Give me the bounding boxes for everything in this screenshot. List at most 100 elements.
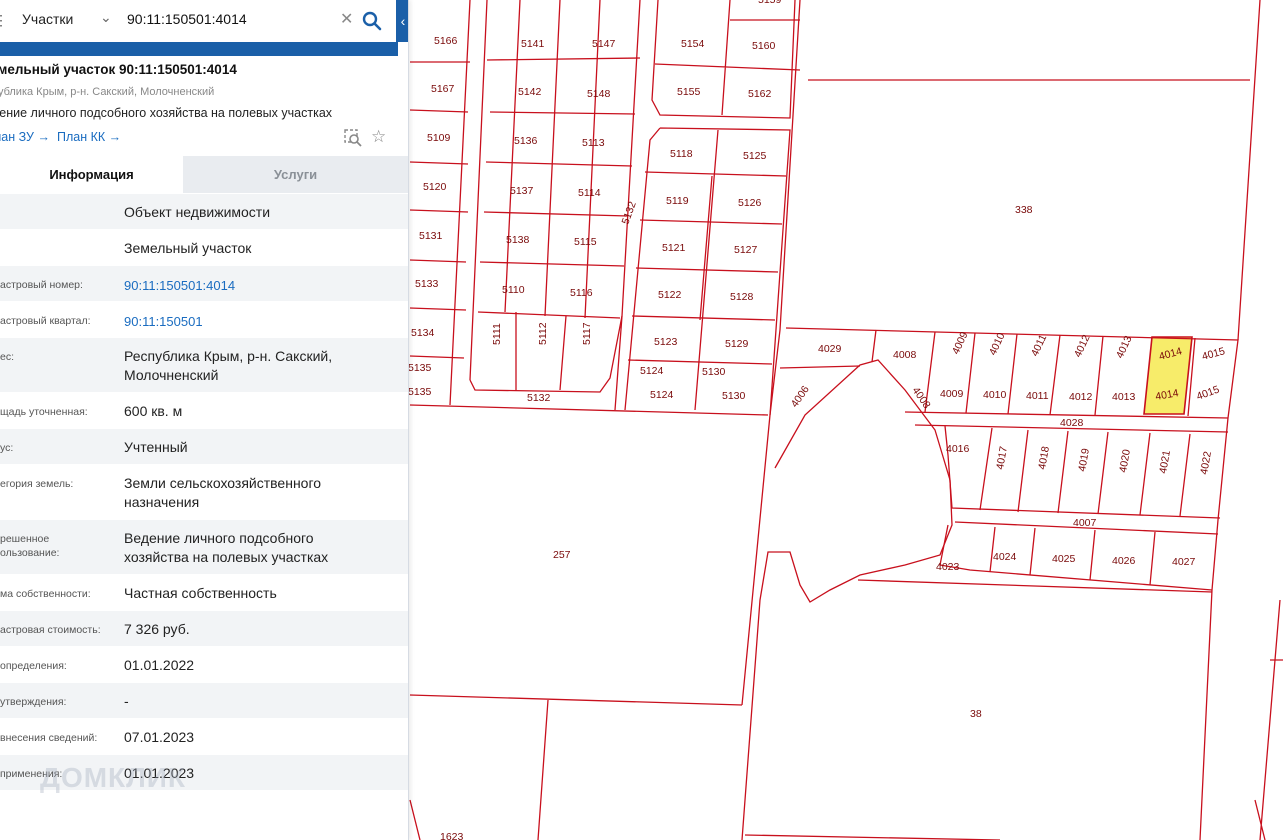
parcel-label: 4024 [993, 551, 1017, 563]
menu-icon[interactable]: ⋮ [0, 12, 8, 29]
parcel-label: 4018 [1036, 445, 1052, 470]
object-use: дение личного подсобного хозяйства на по… [0, 106, 333, 120]
parcel-label: 5124 [640, 365, 664, 377]
parcel-label: 4013 [1114, 334, 1135, 360]
parcel-label: 4026 [1112, 555, 1136, 567]
tab-services[interactable]: Услуги [183, 156, 408, 193]
info-row-key: ес: [0, 351, 15, 363]
info-row-value: 07.01.2023 [124, 729, 195, 745]
info-row: егория земель: Земли сельскохозяйственног… [0, 465, 408, 520]
parcel-label: 257 [553, 549, 571, 561]
parcel-label: 4007 [1073, 517, 1097, 529]
parcel-label: 4027 [1172, 556, 1196, 568]
parcel-label: 5116 [570, 287, 593, 299]
parcel-label: 5155 [677, 86, 701, 98]
parcel-label: 4017 [994, 445, 1010, 470]
parcel-label: 5113 [582, 137, 605, 149]
parcel-label: 5115 [574, 236, 597, 248]
parcel-label: 5119 [666, 195, 689, 207]
parcel-label: 5137 [510, 185, 534, 197]
parcel-label: 5114 [578, 187, 601, 199]
parcel-label: 4009 [940, 388, 964, 400]
parcel-label: 4023 [936, 561, 960, 573]
parcel-label: 5162 [748, 88, 772, 100]
info-row: астровый квартал: 90:11:150501 [0, 302, 408, 338]
info-table: Объект недвижимости Земельный участок астр… [0, 194, 408, 791]
parcel-label: 5131 [419, 230, 443, 242]
info-row-key: определения: [0, 660, 67, 672]
info-row-value: 600 кв. м [124, 403, 183, 419]
plan-zu-link[interactable]: лан ЗУ → [0, 130, 50, 144]
parcel-label: 5167 [431, 83, 455, 95]
parcel-label: 4015 [1195, 383, 1221, 402]
info-row-key: астровая стоимость: [0, 624, 101, 636]
object-title: емельный участок 90:11:150501:4014 [0, 62, 237, 77]
parcel-label: 5132 [620, 200, 639, 226]
parcel-label: 4015 [1201, 345, 1227, 363]
parcel-label: 5118 [670, 148, 693, 160]
parcel-label: 4029 [818, 343, 842, 355]
parcel-label: 338 [1015, 204, 1033, 216]
parcel-label: 38 [970, 708, 982, 720]
parcel-label: 5166 [434, 35, 458, 47]
parcel-label: 4010 [987, 331, 1008, 357]
info-row: щадь уточненная: 600 кв. м [0, 393, 408, 429]
parcel-label: 5148 [587, 88, 611, 100]
parcel-label: 5130 [702, 366, 726, 378]
tab-information[interactable]: Информация [0, 156, 183, 193]
parcel-label: 5130 [722, 390, 746, 402]
info-row-link[interactable]: 90:11:150501:4014 [124, 276, 235, 295]
tabs: Информация Услуги [0, 156, 408, 193]
parcel-label: 4022 [1198, 450, 1214, 475]
parcel-label: 5159 [758, 0, 782, 6]
info-row: ес: Республика Крым, р-н. Сакский, Молочн… [0, 338, 408, 393]
parcel-label: 4009 [950, 330, 971, 356]
parcel-label: 5117 [581, 322, 593, 345]
parcel-label: 5123 [654, 336, 678, 348]
collapse-panel-button[interactable]: ‹ [398, 0, 408, 42]
info-row-key: щадь уточненная: [0, 406, 88, 418]
parcel-label: 5134 [411, 327, 435, 339]
info-row: астровый номер: 90:11:150501:4014 [0, 266, 408, 302]
object-address: публика Крым, р-н. Сакский, Молочненский [0, 86, 215, 98]
chevron-down-icon[interactable]: ⌄ [100, 9, 112, 26]
parcel-label: 5128 [730, 291, 754, 303]
parcel-label: 5122 [658, 289, 682, 301]
star-icon[interactable]: ☆ [371, 127, 386, 147]
zoom-to-object-icon[interactable] [344, 129, 362, 147]
info-row-value: Объект недвижимости [124, 204, 271, 220]
parcel-label: 5109 [427, 132, 451, 144]
search-icon[interactable] [362, 11, 382, 31]
info-row-key: внесения сведений: [0, 732, 98, 744]
parcel-label: 5121 [662, 242, 686, 254]
info-row-key: астровый номер: [0, 279, 83, 291]
parcel-label: 5138 [506, 234, 530, 246]
search-input[interactable]: 90:11:150501:4014 [127, 11, 247, 27]
parcel-label: 5127 [734, 244, 758, 256]
parcel-label: 5129 [725, 338, 749, 350]
parcel-label: 5125 [743, 150, 767, 162]
parcel-label: 5136 [514, 135, 538, 147]
parcel-label: 4021 [1157, 449, 1173, 474]
search-box: ⋮ Участки ⌄ 90:11:150501:4014 ✕ [0, 0, 396, 42]
info-row: решенное ользование: Ведение личного подс… [0, 520, 408, 575]
info-row-link[interactable]: 90:11:150501 [124, 312, 203, 331]
parcel-label: 5124 [650, 389, 674, 401]
plan-kk-link[interactable]: План КК → [57, 130, 121, 144]
parcel-label: 1623 [440, 831, 464, 840]
parcel-label: 5142 [518, 86, 542, 98]
parcel-label: 4010 [983, 389, 1007, 401]
parcel-label: 4012 [1072, 333, 1093, 359]
layer-select[interactable]: Участки [22, 11, 73, 27]
parcel-label: 4011 [1029, 333, 1049, 359]
info-row-value: 7 326 руб. [124, 621, 190, 637]
parcel-label: 5147 [592, 38, 616, 50]
parcel-label: 5132 [527, 392, 551, 404]
parcel-label: 5112 [537, 322, 549, 345]
search-bar: ⋮ Участки ⌄ 90:11:150501:4014 ✕ [0, 0, 398, 56]
parcel-label: 4008 [893, 349, 917, 361]
info-row-value: - [124, 693, 129, 709]
parcel-label: 4013 [1112, 391, 1136, 403]
close-icon[interactable]: ✕ [340, 9, 353, 29]
parcel-label: 5110 [502, 284, 525, 296]
